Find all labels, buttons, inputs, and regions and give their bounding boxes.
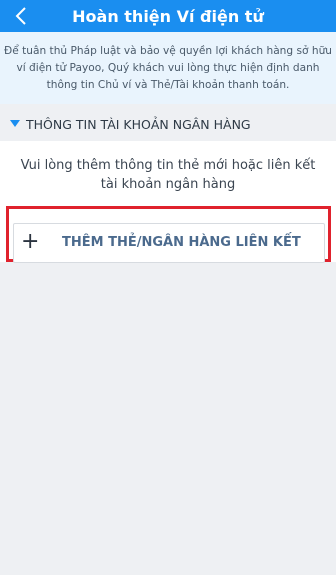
bank-card-panel: Vui lòng thêm thông tin thẻ mới hoặc liê…	[0, 141, 336, 263]
compliance-notice: Để tuân thủ Pháp luật và bảo vệ quyền lợ…	[0, 32, 336, 104]
add-card-bank-button[interactable]: + THÊM THẺ/NGÂN HÀNG LIÊN KẾT	[13, 223, 325, 263]
triangle-down-icon	[10, 120, 20, 128]
background-filler	[0, 262, 336, 302]
section-title: THÔNG TIN TÀI KHOẢN NGÂN HÀNG	[26, 116, 251, 132]
chevron-left-icon	[15, 6, 27, 26]
plus-icon: +	[21, 229, 40, 254]
add-card-message: Vui lòng thêm thông tin thẻ mới hoặc liê…	[20, 158, 316, 192]
add-card-bank-label: THÊM THẺ/NGÂN HÀNG LIÊN KẾT	[62, 235, 301, 250]
page-title: Hoàn thiện Ví điện tử	[72, 6, 264, 26]
back-button[interactable]	[10, 3, 32, 29]
app-header: Hoàn thiện Ví điện tử	[0, 0, 336, 32]
bank-info-section-header[interactable]: THÔNG TIN TÀI KHOẢN NGÂN HÀNG	[0, 110, 336, 138]
screen: Hoàn thiện Ví điện tử Để tuân thủ Pháp l…	[0, 0, 336, 575]
